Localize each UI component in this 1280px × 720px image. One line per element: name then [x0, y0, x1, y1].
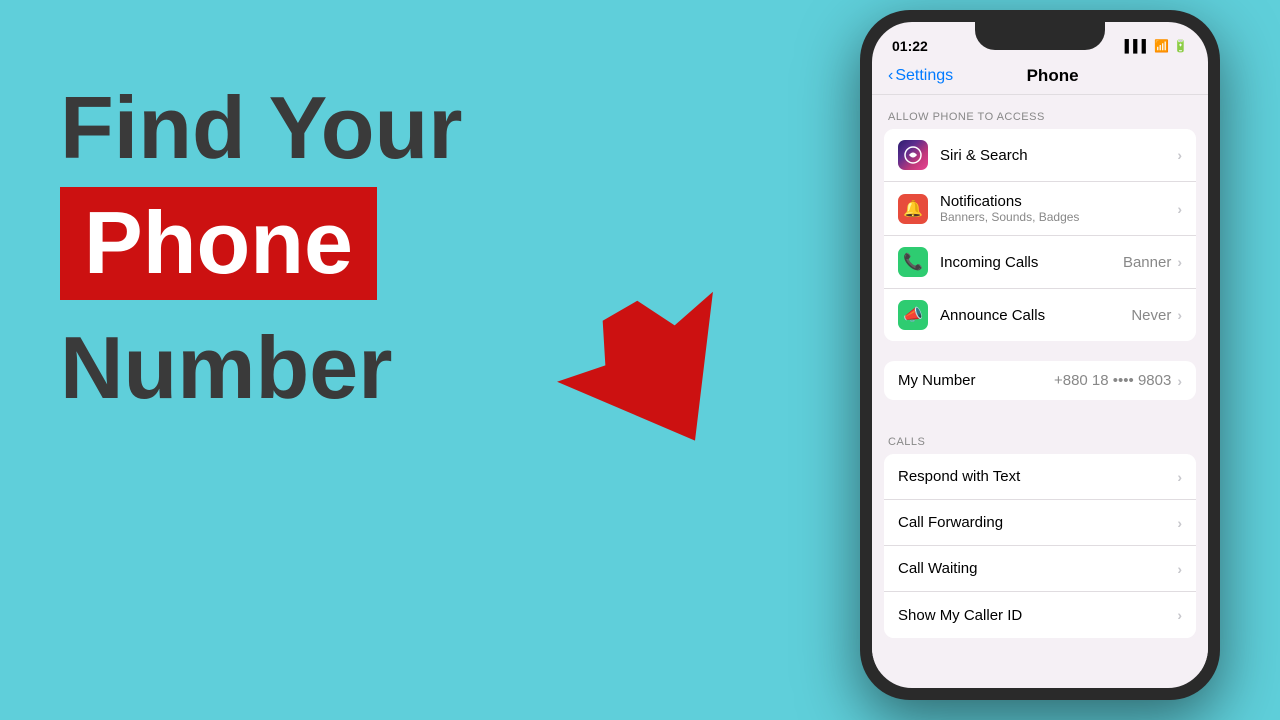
notifications-icon: 🔔 — [898, 194, 928, 224]
notifications-label: Notifications — [940, 193, 1177, 210]
incoming-calls-row[interactable]: 📞 Incoming Calls Banner › — [884, 236, 1196, 289]
respond-text-chevron: › — [1177, 469, 1182, 485]
headline-find: Find Your — [60, 80, 620, 177]
my-number-label: My Number — [898, 372, 1054, 389]
call-waiting-row[interactable]: Call Waiting › — [884, 546, 1196, 592]
call-waiting-chevron: › — [1177, 561, 1182, 577]
announce-calls-value: Never — [1131, 307, 1171, 324]
announce-calls-label: Announce Calls — [940, 307, 1131, 324]
section-header-access: ALLOW PHONE TO ACCESS — [872, 95, 1208, 129]
siri-label: Siri & Search — [940, 147, 1177, 164]
status-icons: ▌▌▌ 📶 🔋 — [1125, 39, 1188, 53]
notifications-text: Notifications Banners, Sounds, Badges — [940, 193, 1177, 224]
access-settings-group: Siri & Search › 🔔 Notifications Banners,… — [884, 129, 1196, 341]
incoming-calls-value: Banner — [1123, 254, 1171, 271]
call-forwarding-row[interactable]: Call Forwarding › — [884, 500, 1196, 546]
call-waiting-text: Call Waiting — [898, 560, 1177, 577]
respond-text-text: Respond with Text — [898, 468, 1177, 485]
caller-id-text: Show My Caller ID — [898, 607, 1177, 624]
my-number-chevron: › — [1177, 373, 1182, 389]
my-number-value: +880 18 •••• 9803 — [1054, 372, 1171, 389]
siri-icon — [898, 140, 928, 170]
back-chevron: ‹ — [888, 67, 893, 85]
incoming-calls-text: Incoming Calls — [940, 254, 1123, 271]
incoming-calls-icon: 📞 — [898, 247, 928, 277]
siri-text: Siri & Search — [940, 147, 1177, 164]
caller-id-row[interactable]: Show My Caller ID › — [884, 592, 1196, 638]
call-waiting-label: Call Waiting — [898, 560, 1177, 577]
back-button[interactable]: ‹ Settings — [888, 67, 953, 85]
nav-bar: ‹ Settings Phone — [872, 62, 1208, 95]
wifi-icon: 📶 — [1154, 39, 1169, 53]
back-label: Settings — [895, 67, 953, 85]
headline-phone-box: Phone — [60, 187, 377, 300]
respond-text-label: Respond with Text — [898, 468, 1177, 485]
status-time: 01:22 — [892, 38, 928, 54]
respond-text-row[interactable]: Respond with Text › — [884, 454, 1196, 500]
call-forwarding-text: Call Forwarding — [898, 514, 1177, 531]
incoming-calls-label: Incoming Calls — [940, 254, 1123, 271]
settings-content: ALLOW PHONE TO ACCESS Siri & Search › — [872, 95, 1208, 671]
phone-notch — [975, 22, 1105, 50]
notifications-sublabel: Banners, Sounds, Badges — [940, 210, 1177, 224]
headline-phone: Phone — [84, 193, 353, 292]
page-title: Phone — [953, 66, 1152, 86]
caller-id-label: Show My Caller ID — [898, 607, 1177, 624]
announce-calls-row[interactable]: 📣 Announce Calls Never › — [884, 289, 1196, 341]
arrow-pointer — [530, 290, 790, 470]
notifications-row[interactable]: 🔔 Notifications Banners, Sounds, Badges … — [884, 182, 1196, 236]
calls-settings-group: Respond with Text › Call Forwarding › — [884, 454, 1196, 638]
battery-icon: 🔋 — [1173, 39, 1188, 53]
section-header-calls: CALLS — [872, 420, 1208, 454]
my-number-row[interactable]: My Number +880 18 •••• 9803 › — [884, 361, 1196, 400]
call-forwarding-chevron: › — [1177, 515, 1182, 531]
incoming-calls-chevron: › — [1177, 254, 1182, 270]
announce-calls-chevron: › — [1177, 307, 1182, 323]
caller-id-chevron: › — [1177, 607, 1182, 623]
announce-calls-icon: 📣 — [898, 300, 928, 330]
announce-calls-text: Announce Calls — [940, 307, 1131, 324]
signal-icon: ▌▌▌ — [1125, 39, 1151, 53]
call-forwarding-label: Call Forwarding — [898, 514, 1177, 531]
phone-screen: 01:22 ▌▌▌ 📶 🔋 ‹ Settings Phone ALLOW PHO… — [872, 22, 1208, 688]
phone-mockup: 01:22 ▌▌▌ 📶 🔋 ‹ Settings Phone ALLOW PHO… — [830, 10, 1250, 710]
siri-row[interactable]: Siri & Search › — [884, 129, 1196, 182]
phone-outer-frame: 01:22 ▌▌▌ 📶 🔋 ‹ Settings Phone ALLOW PHO… — [860, 10, 1220, 700]
siri-chevron: › — [1177, 147, 1182, 163]
notifications-chevron: › — [1177, 201, 1182, 217]
